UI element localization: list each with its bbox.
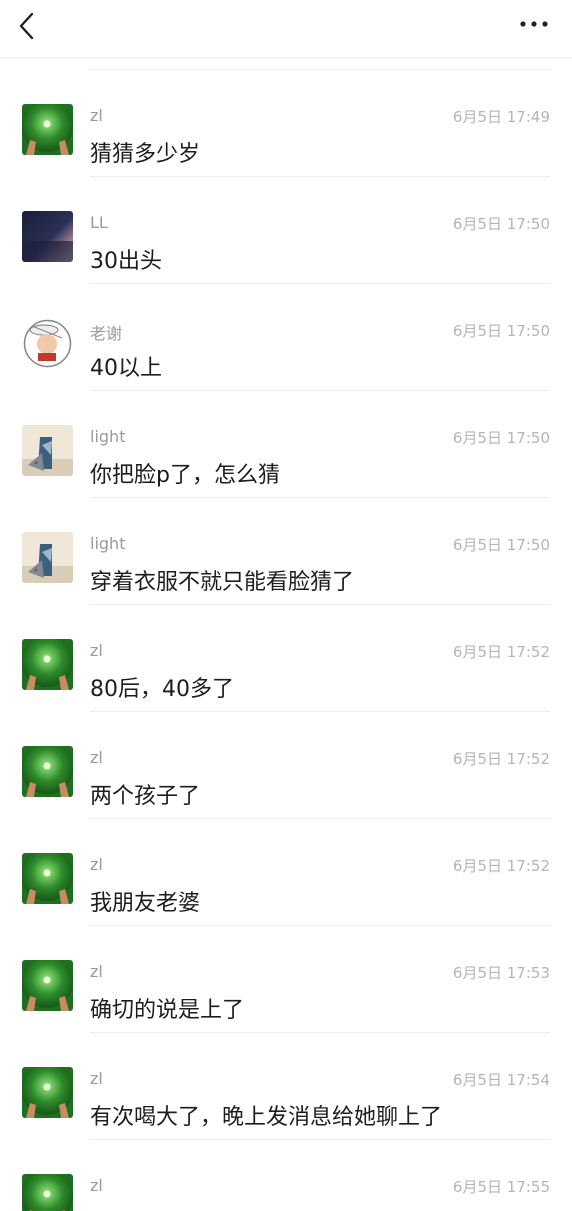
sender-name: light: [90, 534, 126, 553]
message-time: 6月5日 17:52: [452, 750, 550, 768]
message-time: 6月5日 17:54: [452, 1071, 550, 1089]
message-time: 6月5日 17:50: [452, 215, 550, 233]
sender-name: zl: [90, 855, 103, 874]
message-list[interactable]: zl 6月5日 17:49 猜猜多少岁 LL 6月5日 17:50 30出头老谢 6月5日 …: [0, 58, 572, 1211]
message-time: 6月5日 17:52: [452, 643, 550, 661]
message-time: 6月5日 17:55: [452, 1178, 550, 1196]
message-time: 6月5日 17:50: [452, 429, 550, 447]
sender-name: light: [90, 427, 126, 446]
message-text: 两个孩子了: [90, 784, 201, 809]
message-item[interactable]: zl 6月5日 17:53 确切的说是上了: [0, 926, 572, 1033]
message-time: 6月5日 17:53: [452, 964, 550, 982]
sender-name: zl: [90, 962, 103, 981]
avatar[interactable]: [22, 639, 73, 690]
avatar[interactable]: [22, 1174, 73, 1211]
message-item[interactable]: light 6月5日 17:50 穿着衣服不就只能看脸猜了: [0, 498, 572, 605]
message-time: 6月5日 17:50: [452, 322, 550, 340]
sender-name: 老谢: [90, 324, 123, 343]
avatar[interactable]: [22, 104, 73, 155]
chevron-left-icon[interactable]: [14, 8, 46, 44]
top-bar: [0, 0, 572, 58]
avatar[interactable]: [22, 532, 73, 583]
avatar[interactable]: [22, 425, 73, 476]
message-item[interactable]: zl 6月5日 17:52 两个孩子了: [0, 712, 572, 819]
message-text: 有次喝大了，晚上发消息给她聊上了: [90, 1105, 443, 1130]
message-text: 30出头: [90, 249, 162, 274]
sender-name: zl: [90, 106, 103, 125]
sender-name: LL: [90, 213, 108, 232]
message-item[interactable]: zl 6月5日 17:54 有次喝大了，晚上发消息给她聊上了: [0, 1033, 572, 1140]
message-item[interactable]: 老谢 6月5日 17:50 40以上: [0, 284, 572, 391]
message-item[interactable]: zl 6月5日 17:52 我朋友老婆: [0, 819, 572, 926]
sender-name: zl: [90, 1069, 103, 1088]
message-text: 问她欲望强不，她说没欲望，哈哈哈: [90, 1206, 442, 1211]
message-time: 6月5日 17:49: [452, 108, 550, 126]
message-time: 6月5日 17:50: [452, 536, 550, 554]
message-item[interactable]: light 6月5日 17:50 你把脸p了，怎么猜: [0, 391, 572, 498]
avatar[interactable]: [22, 318, 73, 369]
message-text: 我朋友老婆: [90, 891, 201, 916]
avatar[interactable]: [22, 853, 73, 904]
more-dots-icon[interactable]: [516, 10, 552, 38]
sender-name: zl: [90, 748, 103, 767]
message-text: 穿着衣服不就只能看脸猜了: [90, 570, 355, 595]
message-time: 6月5日 17:52: [452, 857, 550, 875]
message-item[interactable]: LL 6月5日 17:50 30出头: [0, 177, 572, 284]
avatar[interactable]: [22, 1067, 73, 1118]
message-text: 80后，40多了: [90, 677, 234, 702]
sender-name: zl: [90, 1176, 103, 1195]
message-text: 你把脸p了，怎么猜: [90, 463, 280, 488]
sender-name: zl: [90, 641, 103, 660]
message-text: 猜猜多少岁: [90, 142, 201, 167]
avatar[interactable]: [22, 211, 73, 262]
message-item[interactable]: zl 6月5日 17:49 猜猜多少岁: [0, 70, 572, 177]
message-text: 40以上: [90, 356, 162, 381]
avatar[interactable]: [22, 746, 73, 797]
message-text: 确切的说是上了: [90, 998, 245, 1023]
message-item[interactable]: zl 6月5日 17:52 80后，40多了: [0, 605, 572, 712]
avatar[interactable]: [22, 960, 73, 1011]
message-item[interactable]: zl 6月5日 17:55 问她欲望强不，她说没欲望，哈哈哈: [0, 1140, 572, 1211]
